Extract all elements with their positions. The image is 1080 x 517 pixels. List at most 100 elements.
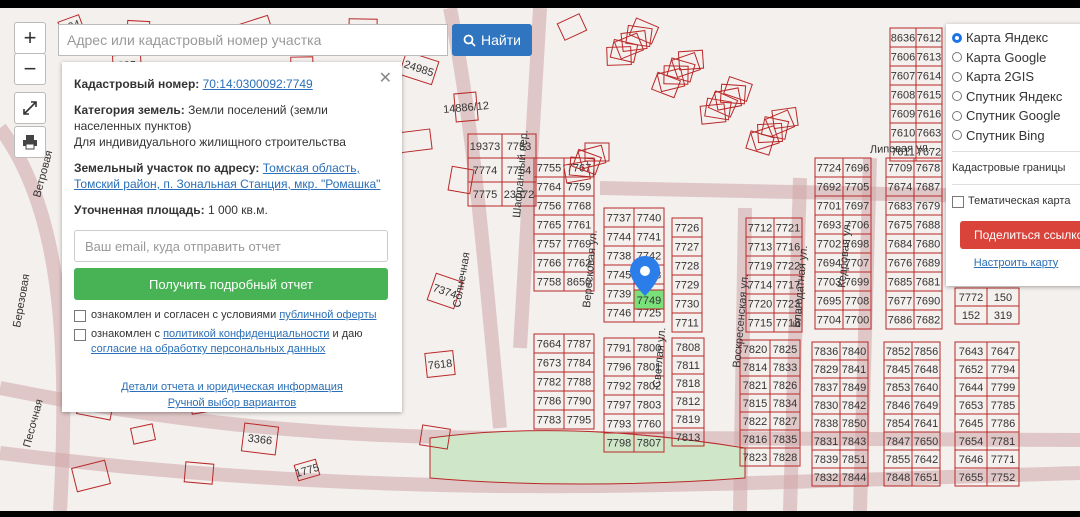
parcel-number: 7614	[917, 71, 941, 83]
street-label: Березовая	[11, 273, 32, 328]
parcel-number: 7692	[817, 182, 841, 194]
parcel: 7764	[533, 176, 565, 197]
parcel: 7837	[811, 377, 841, 397]
parcel-number: 7781	[991, 436, 1015, 448]
privacy-policy-link[interactable]: политикой конфиденциальности	[163, 328, 329, 340]
configure-map-link[interactable]: Настроить карту	[974, 257, 1059, 269]
parcel-number: 8636	[891, 33, 915, 45]
parcel-number: 7854	[886, 418, 910, 430]
share-link-button[interactable]: Поделиться ссылкой	[960, 220, 1080, 249]
basemap-option[interactable]: Карта 2GIS	[952, 67, 1080, 87]
public-offer-link[interactable]: публичной оферты	[279, 309, 376, 321]
parcel-number: 7702	[817, 239, 841, 251]
basemap-option[interactable]: Карта Google	[952, 48, 1080, 68]
parcel-number: 7842	[842, 400, 866, 412]
parcel-number: 7641	[914, 418, 938, 430]
parcel-number: 7684	[888, 239, 912, 251]
cadastral-number-link[interactable]: 70:14:0300092:7749	[203, 77, 313, 91]
parcel: 7803	[633, 394, 665, 415]
parcel: 7737	[603, 207, 635, 228]
parcel: 7808	[671, 337, 705, 357]
cadastral-number-row: Кадастровый номер: 70:14:0300092:7749	[74, 76, 390, 92]
basemap-radio[interactable]	[952, 91, 962, 102]
parcel: 7758	[533, 271, 565, 292]
parcel-outline	[577, 144, 607, 170]
parcel-number: 7757	[537, 239, 561, 251]
zoom-in-button[interactable]: +	[14, 22, 46, 54]
street-label: Песочная	[21, 398, 45, 449]
parcel: 7674	[885, 176, 915, 197]
close-icon[interactable]: ✕	[379, 68, 392, 88]
parcel: 7618	[424, 350, 456, 378]
parcel-number: 3366	[247, 433, 273, 448]
parcel-number: 7651	[914, 472, 938, 484]
parcel: 7614	[915, 65, 943, 86]
parcel-number: 7737	[607, 213, 631, 225]
basemap-option[interactable]: Спутник Google	[952, 106, 1080, 126]
basemap-radio[interactable]	[952, 110, 962, 121]
parcel: 7782	[533, 371, 565, 392]
parcel-number: 7746	[607, 308, 631, 320]
parcel	[556, 13, 588, 41]
parcel: 7730	[671, 293, 703, 314]
basemap-option-label: Спутник Google	[966, 108, 1061, 124]
parcel-number: 7681	[916, 277, 940, 289]
report-details-link[interactable]: Детали отчета и юридическая информация	[121, 381, 343, 393]
parcel	[129, 423, 157, 445]
parcel-number: 7793	[607, 419, 631, 431]
basemap-radio[interactable]	[952, 130, 962, 141]
parcel: 7848	[883, 467, 913, 487]
parcel-number: 7650	[914, 436, 938, 448]
basemap-radio[interactable]	[952, 32, 962, 43]
parcel-number: 7700	[845, 315, 869, 327]
map-screen: 19373 7774 7775 7753 7754 23372 7755 7764 7756 77…	[0, 8, 1080, 511]
area-label: Уточненная площадь:	[74, 203, 205, 217]
parcel: 7745	[603, 264, 635, 285]
parcel: 7673	[533, 352, 565, 373]
basemap-option[interactable]: Карта Яндекс	[952, 28, 1080, 48]
parcel: 7693	[814, 214, 844, 235]
parcel: 7759	[563, 176, 595, 197]
street-label: Липовая ул.	[870, 142, 931, 156]
thematic-map-checkbox[interactable]	[952, 195, 964, 208]
offer-consent-checkbox[interactable]	[74, 310, 86, 322]
marker-dot	[640, 266, 650, 276]
basemap-option[interactable]: Спутник Яндекс	[952, 87, 1080, 107]
parcel: 7609	[889, 103, 917, 124]
search-input[interactable]	[58, 24, 448, 56]
parcel-number: 7838	[814, 418, 838, 430]
print-button[interactable]	[14, 126, 46, 158]
parcel-number: 7716	[776, 242, 800, 254]
thematic-map-row[interactable]: Тематическая карта	[952, 191, 1080, 211]
parcel-number: 7811	[676, 360, 700, 372]
email-field[interactable]	[74, 230, 388, 262]
manual-selection-link[interactable]: Ручной выбор вариантов	[168, 397, 296, 409]
parcel: 7818	[671, 373, 705, 393]
parcel: 7680	[913, 233, 943, 254]
parcel-number: 7645	[959, 418, 983, 430]
basemap-radio[interactable]	[952, 71, 962, 82]
find-button-label: Найти	[481, 32, 521, 48]
basemap-radio[interactable]	[952, 52, 962, 63]
parcel: 7664	[533, 333, 565, 354]
parcel-number: 7687	[916, 182, 940, 194]
parcel-number: 7844	[842, 472, 866, 484]
parcel: 7783	[533, 409, 565, 430]
fullscreen-button[interactable]	[14, 92, 46, 124]
find-button[interactable]: Найти	[452, 24, 532, 56]
parcel-number: 7818	[676, 378, 700, 390]
parcel-number: 7775	[473, 189, 497, 201]
parcel: 7786	[986, 413, 1020, 433]
basemap-option[interactable]: Спутник Bing	[952, 126, 1080, 146]
parcel-outline	[613, 32, 645, 60]
parcel-number: 7765	[537, 220, 561, 232]
parcel-number: 7843	[842, 436, 866, 448]
privacy-consent-checkbox[interactable]	[74, 329, 86, 341]
zoom-out-button[interactable]: −	[14, 53, 46, 85]
parcel: 7787	[563, 333, 595, 354]
parcel: 7711	[671, 312, 703, 333]
parcel-number: 7647	[991, 346, 1015, 358]
personal-data-link[interactable]: согласие на обработку персональных данны…	[91, 343, 325, 355]
parcel-number: 7816	[743, 434, 767, 446]
get-report-button[interactable]: Получить подробный отчет	[74, 268, 388, 300]
